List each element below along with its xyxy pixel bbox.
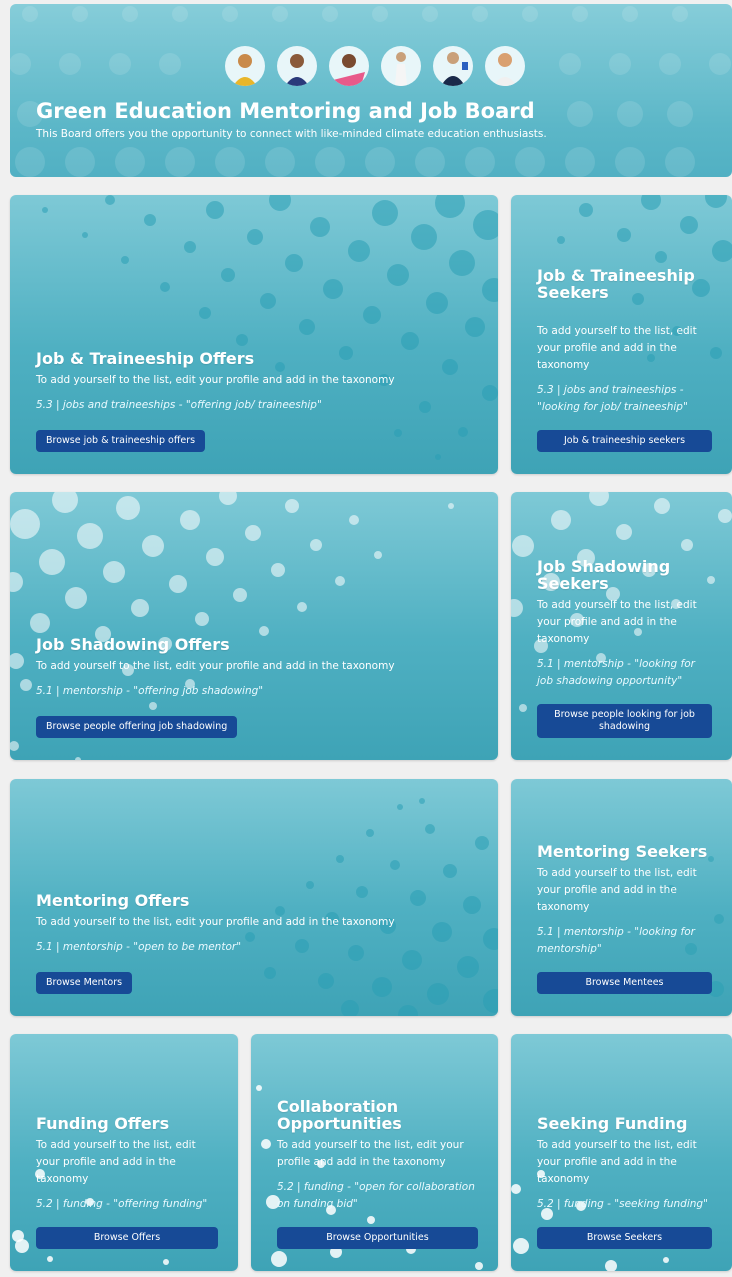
card-mentoring-seekers: Mentoring Seekers To add yourself to the…	[511, 779, 732, 1016]
card-title: Seeking Funding	[537, 1114, 688, 1133]
card-taxonomy: 5.1 | mentorship - "looking for job shad…	[537, 658, 695, 687]
card-title: Mentoring Offers	[36, 891, 190, 910]
card-title: Job & Traineeship Seekers	[537, 266, 695, 302]
card-title: Mentoring Seekers	[537, 842, 708, 861]
card-taxonomy: 5.3 | jobs and traineeships - "looking f…	[537, 384, 688, 413]
card-title: Job Shadowing Offers	[36, 635, 230, 654]
avatar-person-2	[277, 46, 317, 86]
card-job-traineeship-offers: Job & Traineeship Offers To add yourself…	[10, 195, 498, 474]
card-taxonomy: 5.1 | mentorship - "open to be mentor"	[36, 941, 242, 953]
card-job-traineeship-seekers: Job & Traineeship Seekers To add yoursel…	[511, 195, 732, 474]
card-title: Job & Traineeship Offers	[36, 349, 255, 368]
browse-funding-offers-button[interactable]: Browse Offers	[36, 1227, 218, 1249]
card-title: Collaboration Opportunities	[277, 1097, 402, 1133]
header-banner: Green Education Mentoring and Job Board …	[10, 4, 732, 177]
browse-mentors-button[interactable]: Browse Mentors	[36, 972, 133, 994]
avatar-person-3	[329, 46, 369, 86]
browse-job-shadowing-offers-button[interactable]: Browse people offering job shadowing	[36, 716, 238, 738]
card-job-shadowing-offers: Job Shadowing Offers To add yourself to …	[10, 492, 498, 760]
card-description: To add yourself to the list, edit your p…	[36, 1139, 196, 1185]
card-taxonomy: 5.1 | mentorship - "looking for mentorsh…	[537, 926, 695, 955]
card-description: To add yourself to the list, edit your p…	[36, 660, 395, 672]
header-dot-pattern	[10, 6, 731, 177]
card-description: To add yourself to the list, edit your p…	[277, 1139, 464, 1168]
card-title: Funding Offers	[36, 1114, 170, 1133]
browse-opportunities-button[interactable]: Browse Opportunities	[277, 1227, 478, 1249]
avatar-person-5	[433, 46, 473, 86]
card-description: To add yourself to the list, edit your p…	[537, 325, 697, 371]
card-description: To add yourself to the list, edit your p…	[36, 916, 395, 928]
card-seeking-funding: Seeking Funding To add yourself to the l…	[511, 1034, 732, 1271]
card-taxonomy: 5.3 | jobs and traineeships - "offering …	[36, 399, 322, 411]
job-traineeship-seekers-button[interactable]: Job & traineeship seekers	[537, 430, 712, 452]
browse-seekers-button[interactable]: Browse Seekers	[537, 1227, 712, 1249]
browse-job-offers-button[interactable]: Browse job & traineeship offers	[36, 430, 206, 452]
card-description: To add yourself to the list, edit your p…	[537, 867, 697, 913]
avatar-person-6	[485, 46, 525, 86]
avatar-person-4	[381, 46, 421, 86]
card-job-shadowing-seekers: Job Shadowing Seekers To add yourself to…	[511, 492, 732, 760]
card-description: To add yourself to the list, edit your p…	[36, 374, 395, 386]
card-description: To add yourself to the list, edit your p…	[537, 1139, 697, 1185]
avatar-person-1	[225, 46, 265, 86]
card-collaboration-opportunities: Collaboration Opportunities To add yours…	[251, 1034, 498, 1271]
page-subtitle: This Board offers you the opportunity to…	[36, 128, 547, 140]
browse-people-looking-for-job-shadowing-button[interactable]: Browse people looking for job shadowing	[537, 704, 712, 738]
card-taxonomy: 5.2 | funding - "open for collaboration …	[277, 1181, 475, 1210]
card-mentoring-offers: Mentoring Offers To add yourself to the …	[10, 779, 498, 1016]
card-title: Job Shadowing Seekers	[537, 557, 671, 593]
card-description: To add yourself to the list, edit your p…	[537, 599, 697, 645]
page-title: Green Education Mentoring and Job Board	[36, 99, 535, 123]
browse-mentees-button[interactable]: Browse Mentees	[537, 972, 712, 994]
card-taxonomy: 5.1 | mentorship - "offering job shadowi…	[36, 685, 264, 697]
card-funding-offers: Funding Offers To add yourself to the li…	[10, 1034, 238, 1271]
card-taxonomy: 5.2 | funding - "offering funding"	[36, 1198, 208, 1210]
card-taxonomy: 5.2 | funding - "seeking funding"	[537, 1198, 708, 1210]
